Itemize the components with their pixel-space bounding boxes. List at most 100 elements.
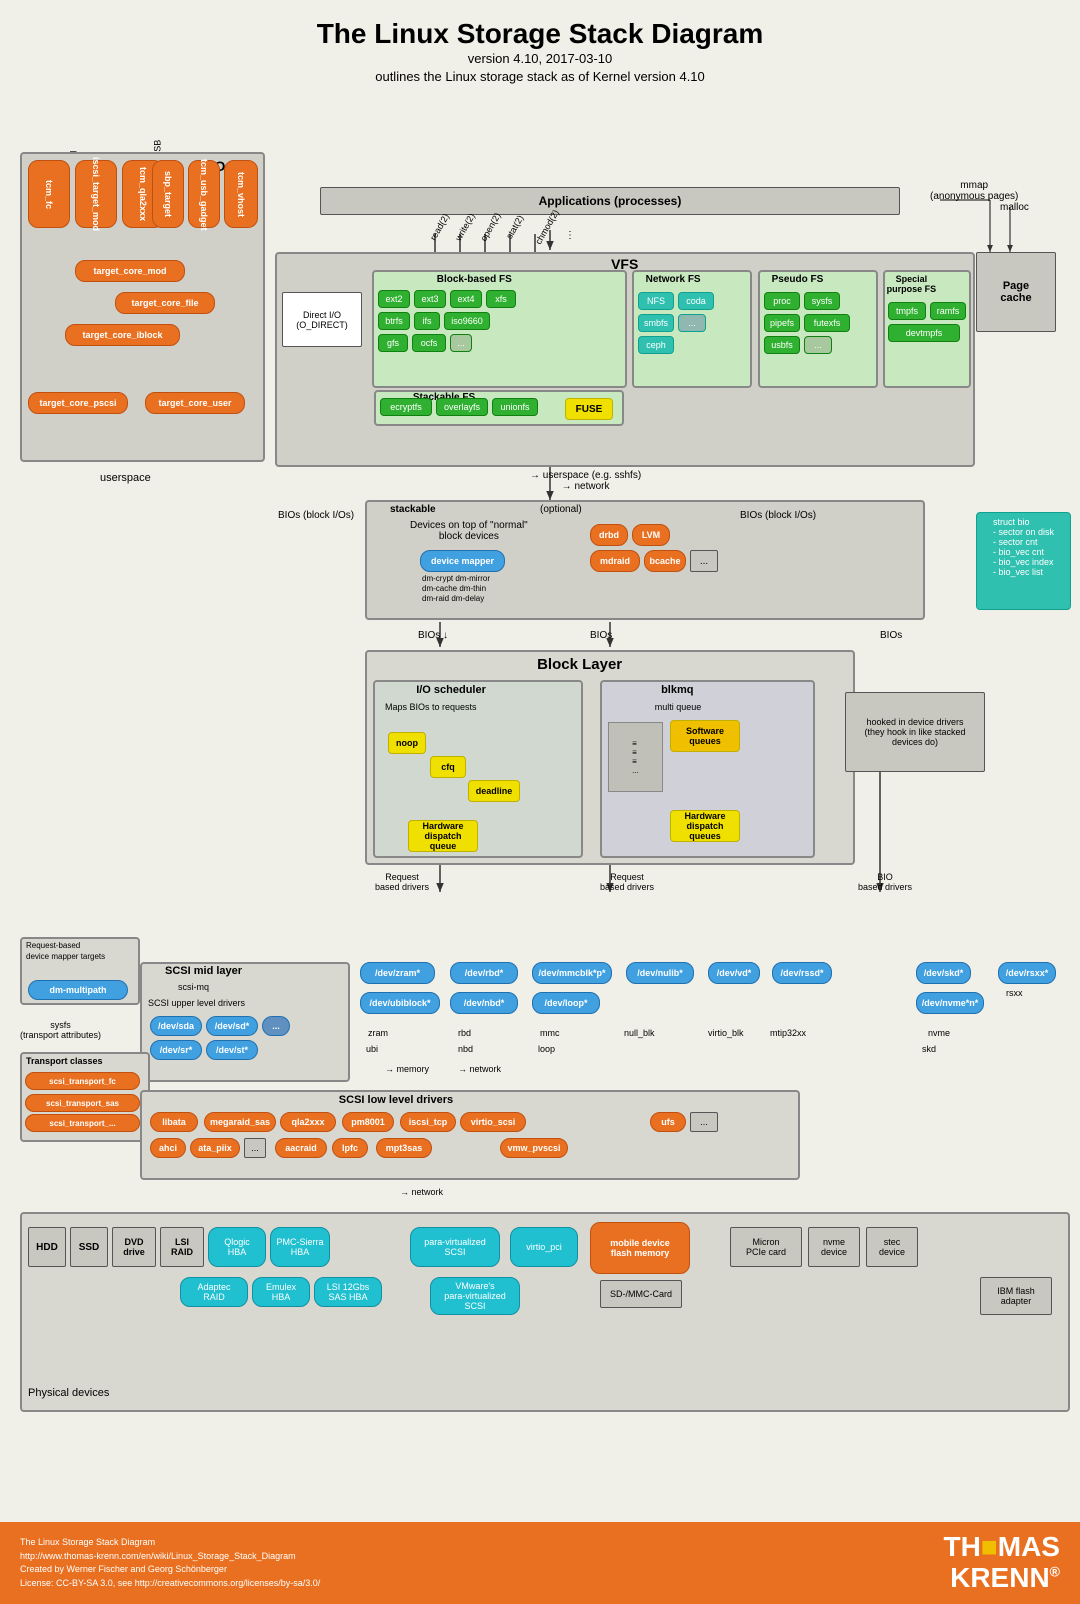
malloc-label: malloc bbox=[1000, 202, 1029, 213]
drv-nbd: nbd bbox=[458, 1044, 473, 1054]
scsi-transport-fc: scsi_transport_fc bbox=[25, 1072, 140, 1090]
dev-mmcblk-star: /dev/mmcblk*p* bbox=[532, 962, 612, 984]
tcm-vhost: tcm_vhost bbox=[224, 160, 258, 228]
fs-xfs: xfs bbox=[486, 290, 516, 308]
io-scheduler-title: I/O scheduler bbox=[416, 684, 486, 696]
target-core-file: target_core_file bbox=[115, 292, 215, 314]
bios-label-right2: BIOs bbox=[880, 630, 902, 641]
stackable-label: stackable bbox=[390, 504, 436, 515]
dm-raid-label: dm-raid dm-delay bbox=[422, 594, 484, 603]
fs-coda: coda bbox=[678, 292, 714, 310]
fs-unionfs: unionfs bbox=[492, 398, 538, 416]
syscall-write: write(2) bbox=[453, 212, 477, 243]
lvm-box: LVM bbox=[632, 524, 670, 546]
blkmq-visual: ≡≡≡... bbox=[608, 722, 663, 792]
fs-proc: proc bbox=[764, 292, 800, 310]
network-label-ll: → network bbox=[400, 1187, 443, 1197]
userspace-label: userspace bbox=[100, 472, 151, 484]
drv-ubi: ubi bbox=[366, 1044, 378, 1054]
drv-ata-piix: ata_piix bbox=[190, 1138, 240, 1158]
drv-pm8001: pm8001 bbox=[342, 1112, 394, 1132]
mmap-label: mmap(anonymous pages) bbox=[930, 180, 1018, 202]
drv-ufs-ll: ufs bbox=[650, 1112, 686, 1132]
drv-dots-ll: ... bbox=[690, 1112, 718, 1132]
struct-bio-box: struct bio- sector on disk- sector cnt- … bbox=[976, 512, 1071, 610]
emulex-hba-box: EmulexHBA bbox=[252, 1277, 310, 1307]
drv-skd: skd bbox=[922, 1044, 936, 1054]
fs-usbfs: usbfs bbox=[764, 336, 800, 354]
drv-virtio-scsi: virtio_scsi bbox=[460, 1112, 526, 1132]
syscall-stat: stat(2) bbox=[504, 214, 525, 241]
sysfs-label-left: sysfs(transport attributes) bbox=[20, 1020, 101, 1040]
diagram: Fibre Channelover Ethernet iSCSI Fibre C… bbox=[10, 92, 1070, 1512]
para-virt-scsi-box: para-virtualizedSCSI bbox=[410, 1227, 500, 1267]
target-core-iblock: target_core_iblock bbox=[65, 324, 180, 346]
hdd-box: HDD bbox=[28, 1227, 66, 1267]
drv-libata: libata bbox=[150, 1112, 198, 1132]
fs-iso9660: iso9660 bbox=[444, 312, 490, 330]
network-label: → network bbox=[458, 1064, 501, 1074]
userspace-network-label: → userspace (e.g. sshfs)→ network bbox=[530, 470, 641, 492]
stec-device-box: stecdevice bbox=[866, 1227, 918, 1267]
bio-based-drivers-label: BIObased drivers bbox=[858, 872, 912, 892]
subtitle: version 4.10, 2017-03-10 outlines the Li… bbox=[10, 50, 1070, 86]
drv-megaraid-sas: megaraid_sas bbox=[204, 1112, 276, 1132]
fs-dots2: ... bbox=[678, 314, 706, 332]
dev-rbd-star: /dev/rbd* bbox=[450, 962, 518, 984]
dev-vd-star: /dev/vd* bbox=[708, 962, 760, 984]
fs-ecryptfs: ecryptfs bbox=[380, 398, 432, 416]
dev-loop-star: /dev/loop* bbox=[532, 992, 600, 1014]
fs-dots1: ... bbox=[450, 334, 472, 352]
lsi-sas-hba-box: LSI 12GbsSAS HBA bbox=[314, 1277, 382, 1307]
target-core-user: target_core_user bbox=[145, 392, 245, 414]
fs-ifs: ifs bbox=[414, 312, 440, 330]
devices-dots: ... bbox=[690, 550, 718, 572]
nvme-device-box: nvmedevice bbox=[808, 1227, 860, 1267]
fs-devtmpfs: devtmpfs bbox=[888, 324, 960, 342]
multi-queue-label: multi queue bbox=[655, 702, 702, 712]
applications-box: Applications (processes) bbox=[320, 187, 900, 215]
maps-bios-label: Maps BIOs to requests bbox=[385, 702, 477, 712]
drv-rbd: rbd bbox=[458, 1028, 471, 1038]
devices-top-label: Devices on top of "normal"block devices bbox=[410, 520, 528, 542]
scsi-transport-dots: scsi_transport_... bbox=[25, 1114, 140, 1132]
drv-dots-ata: ... bbox=[244, 1138, 266, 1158]
footer-text: The Linux Storage Stack Diagram http://w… bbox=[20, 1536, 320, 1590]
title-area: The Linux Storage Stack Diagram version … bbox=[0, 0, 1080, 92]
fs-smbfs: smbfs bbox=[638, 314, 674, 332]
tcm-fc: tcm_fc bbox=[28, 160, 70, 228]
sbp-target: sbp_target bbox=[152, 160, 184, 228]
dev-sd-star: /dev/sd* bbox=[206, 1016, 258, 1036]
fs-ext2: ext2 bbox=[378, 290, 410, 308]
drv-mpt3sas: mpt3sas bbox=[376, 1138, 432, 1158]
target-core-mod: target_core_mod bbox=[75, 260, 185, 282]
device-mapper-box: device mapper bbox=[420, 550, 505, 572]
scsi-upper-label: SCSI upper level drivers bbox=[148, 998, 245, 1008]
bios-label-middle-left: BIOs ↓ bbox=[418, 630, 448, 641]
mobile-flash-box: mobile deviceflash memory bbox=[590, 1222, 690, 1274]
cfq-box: cfq bbox=[430, 756, 466, 778]
drv-zram: zram bbox=[368, 1028, 388, 1038]
micron-pcie-box: MicronPCIe card bbox=[730, 1227, 802, 1267]
request-based-drivers-right: Requestbased drivers bbox=[600, 872, 654, 892]
scsi-low-level-title: SCSI low level drivers bbox=[339, 1094, 453, 1106]
target-core-pscsi: target_core_pscsi bbox=[28, 392, 128, 414]
dev-rssd-star: /dev/rssd* bbox=[772, 962, 832, 984]
direct-io-box: Direct I/O(O_DIRECT) bbox=[282, 292, 362, 347]
fs-pipefs: pipefs bbox=[764, 314, 800, 332]
scsi-mq-label: scsi-mq bbox=[178, 982, 209, 992]
syscall-open: open(2) bbox=[478, 211, 502, 243]
dev-nulib-star: /dev/nulib* bbox=[626, 962, 694, 984]
vmware-pvscsi-box: VMware'spara-virtualizedSCSI bbox=[430, 1277, 520, 1315]
fs-btrfs: btrfs bbox=[378, 312, 410, 330]
drv-virtio-blk: virtio_blk bbox=[708, 1028, 744, 1038]
special-fs-title: Specialpurpose FS bbox=[887, 274, 937, 294]
bcache-box: bcache bbox=[644, 550, 686, 572]
dev-ubiblock-star: /dev/ubiblock* bbox=[360, 992, 440, 1014]
hooked-drivers-box: hooked in device drivers(they hook in li… bbox=[845, 692, 985, 772]
hw-dispatch-queue-left: Hardwaredispatchqueue bbox=[408, 820, 478, 852]
mdraid-box: mdraid bbox=[590, 550, 640, 572]
hw-dispatch-queues-right: Hardwaredispatchqueues bbox=[670, 810, 740, 842]
syscall-dots: ⋮ bbox=[565, 230, 575, 241]
drv-nvme: nvme bbox=[928, 1028, 950, 1038]
